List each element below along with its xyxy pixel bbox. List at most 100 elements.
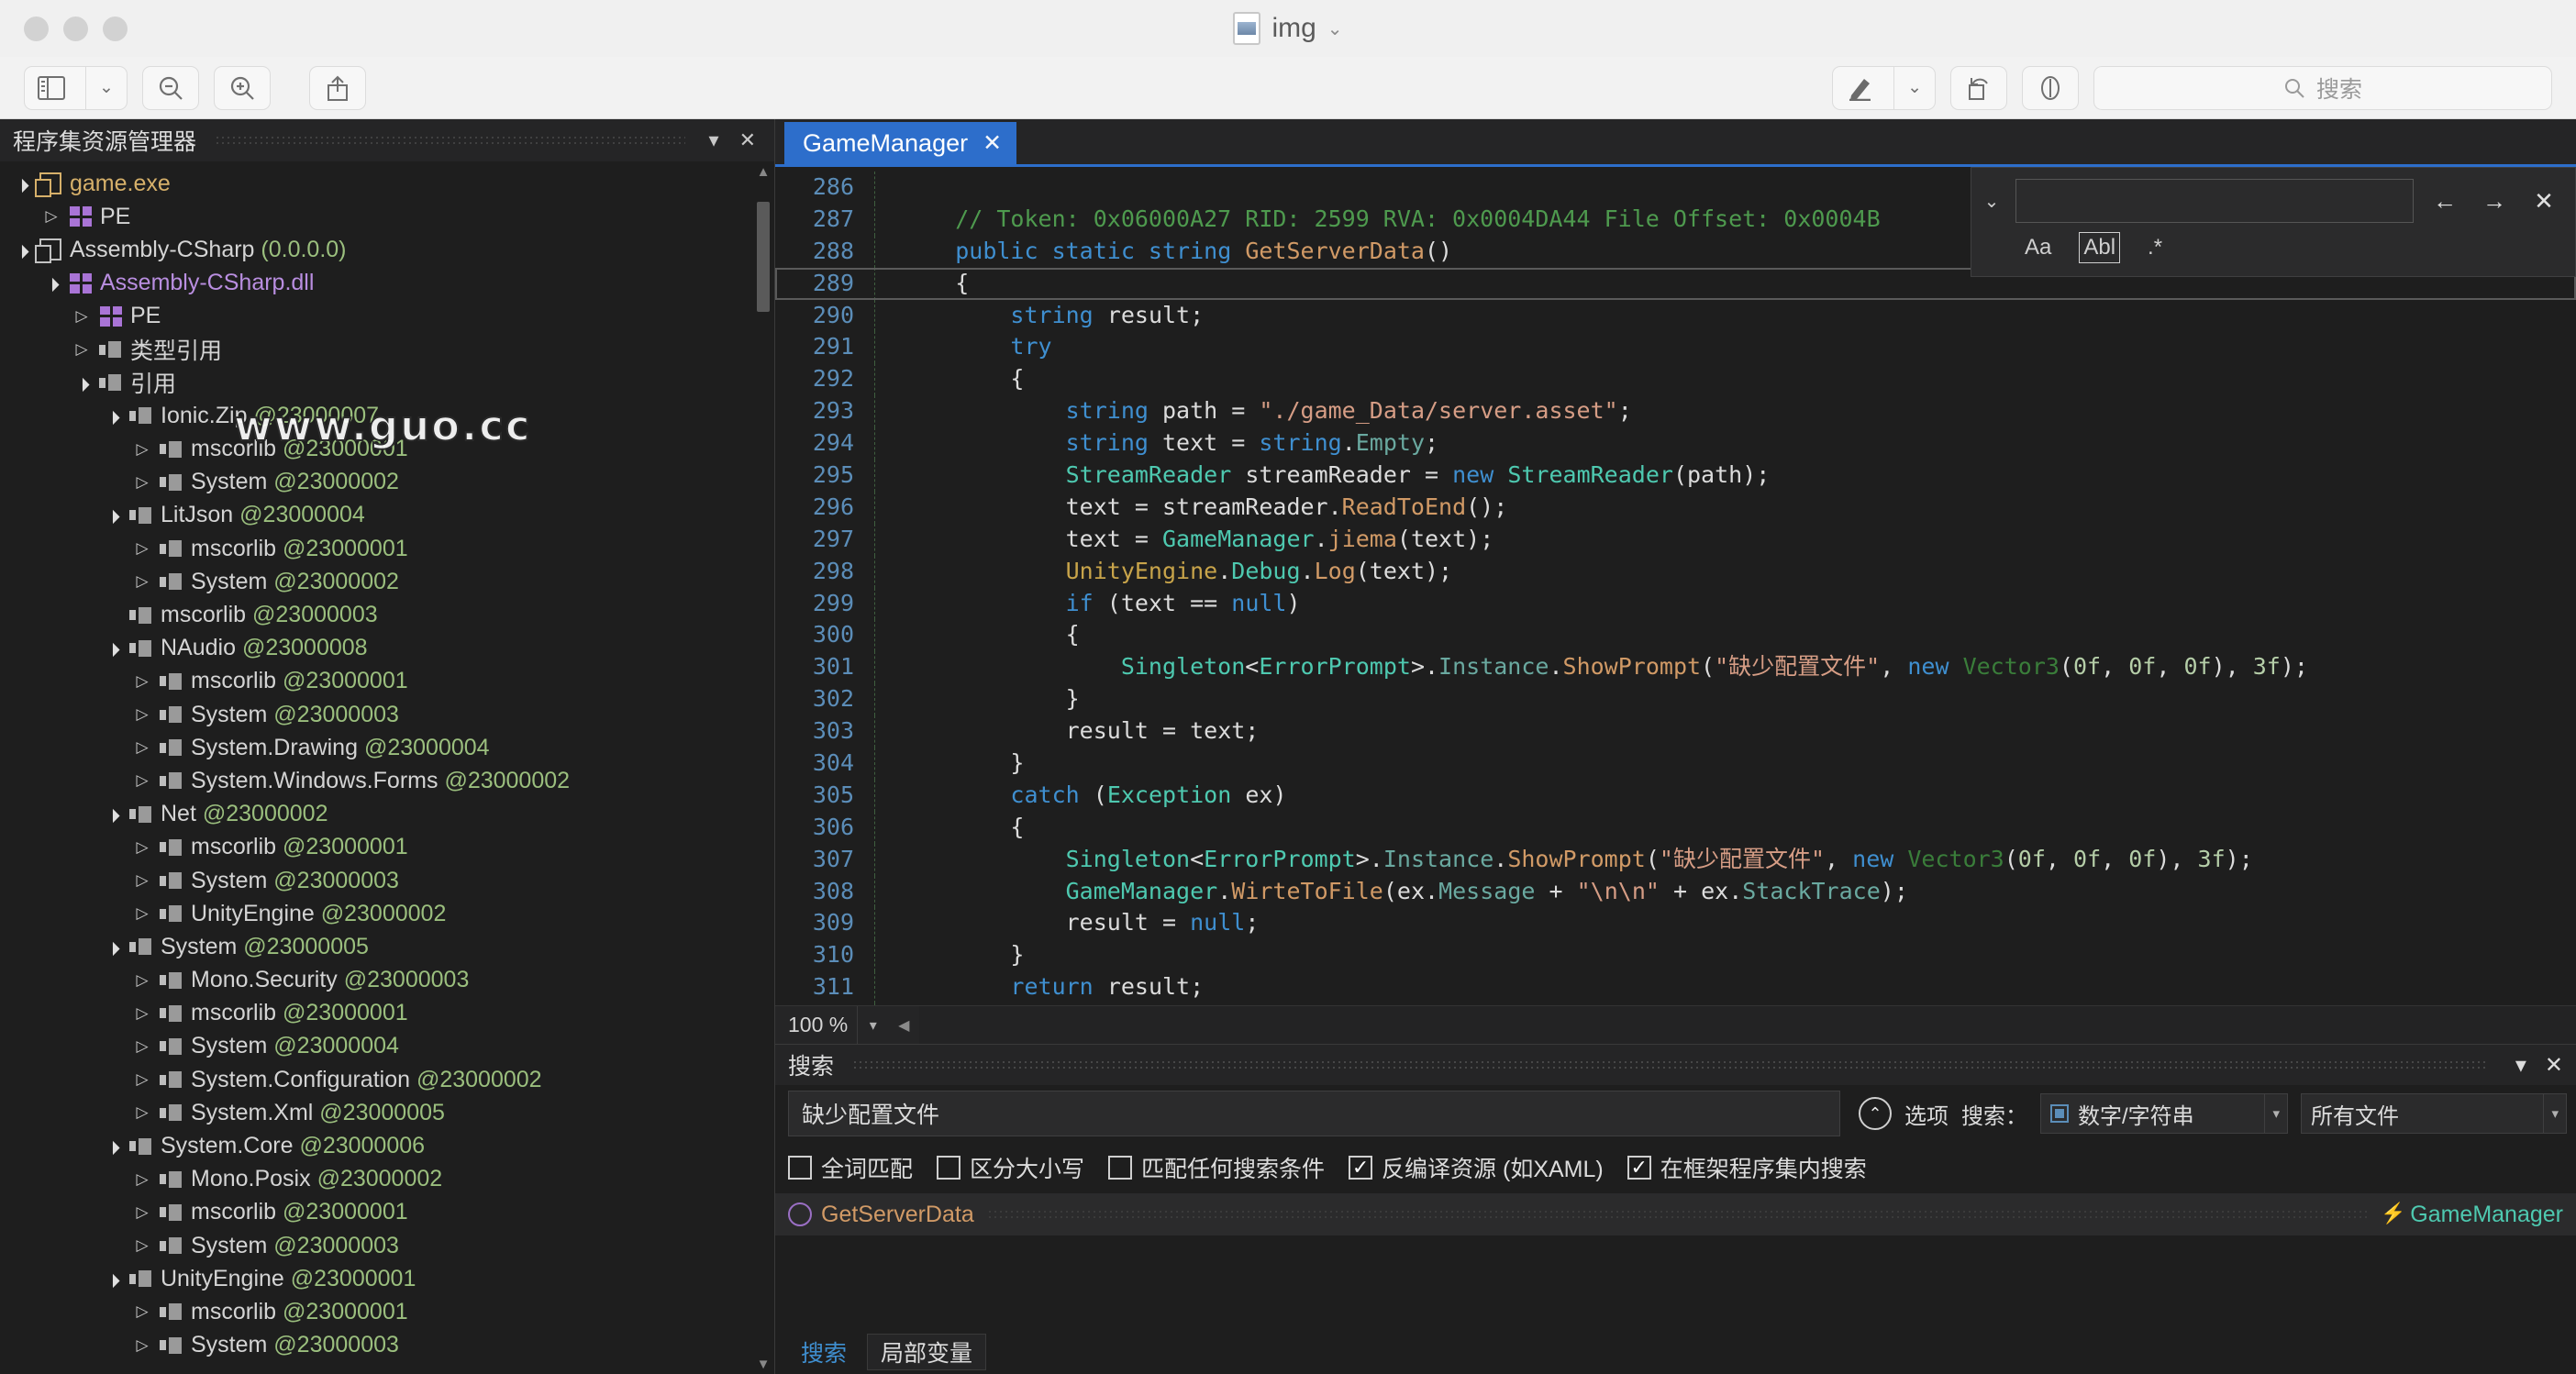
tree-node[interactable]: System @23000002 — [0, 466, 774, 499]
tree-twisty-icon[interactable] — [130, 971, 154, 990]
tree-node[interactable]: 引用 — [0, 366, 774, 399]
tree-node[interactable]: System.Drawing @23000004 — [0, 731, 774, 764]
minimize-window-button[interactable] — [63, 16, 88, 41]
tree-node[interactable]: System @23000003 — [0, 864, 774, 897]
tree-twisty-icon[interactable] — [39, 207, 63, 226]
tree-node[interactable]: System @23000003 — [0, 698, 774, 731]
tree-twisty-icon[interactable] — [70, 375, 94, 391]
tree-node[interactable]: mscorlib @23000001 — [0, 1196, 774, 1229]
panel-menu-icon[interactable]: ▾ — [704, 128, 725, 152]
tree-twisty-icon[interactable] — [130, 738, 154, 757]
whole-word-toggle[interactable]: Abl — [2079, 232, 2121, 263]
horizontal-scrollbar[interactable] — [919, 1005, 2576, 1045]
chevron-down-icon[interactable]: ⌄ — [1981, 190, 2003, 213]
tree-twisty-icon[interactable] — [130, 672, 154, 691]
assembly-tree[interactable]: game.exe PE Assembly-CSharp (0.0.0.0) Assem… — [0, 161, 774, 1362]
chevron-down-icon[interactable]: ▾ — [2264, 1094, 2280, 1133]
regex-toggle[interactable]: .* — [2144, 233, 2166, 262]
tree-twisty-icon[interactable] — [100, 806, 124, 822]
tree-node[interactable]: System @23000002 — [0, 565, 774, 598]
tree-node[interactable]: mscorlib @23000001 — [0, 831, 774, 864]
checkbox-box[interactable] — [1108, 1156, 1133, 1180]
tree-node[interactable]: 类型引用 — [0, 333, 774, 366]
tab-gamemanager[interactable]: GameManager ✕ — [784, 122, 1017, 164]
sidebar-view-button[interactable]: ⌄ — [24, 65, 128, 110]
tree-node[interactable]: UnityEngine @23000001 — [0, 1262, 774, 1295]
tree-node[interactable]: mscorlib @23000001 — [0, 665, 774, 698]
tree-twisty-icon[interactable] — [9, 242, 33, 258]
tree-twisty-icon[interactable] — [130, 1336, 154, 1355]
tree-node[interactable]: System @23000003 — [0, 1329, 774, 1362]
bottom-tab[interactable]: 局部变量 — [867, 1334, 987, 1370]
code-line[interactable]: 308 GameManager.WirteToFile(ex.Message +… — [775, 875, 2576, 908]
tree-node[interactable]: mscorlib @23000001 — [0, 997, 774, 1030]
search-option-checkbox[interactable]: 区分大小写 — [937, 1151, 1084, 1184]
tree-twisty-icon[interactable] — [100, 507, 124, 523]
code-line[interactable]: 302 } — [775, 683, 2576, 716]
search-result-row[interactable]: GetServerData ⚡ GameManager — [775, 1193, 2576, 1235]
tree-twisty-icon[interactable] — [100, 640, 124, 656]
close-panel-icon[interactable]: ✕ — [734, 128, 761, 152]
tree-node[interactable]: Mono.Security @23000003 — [0, 964, 774, 997]
code-line[interactable]: 303 result = text; — [775, 715, 2576, 748]
find-previous-icon[interactable]: ← — [2426, 187, 2463, 216]
search-results-list[interactable]: GetServerData ⚡ GameManager — [775, 1193, 2576, 1330]
maximize-window-button[interactable] — [103, 16, 128, 41]
chevron-down-icon[interactable]: ⌄ — [1893, 66, 1935, 109]
tree-twisty-icon[interactable] — [39, 275, 63, 291]
code-line[interactable]: 310 } — [775, 939, 2576, 972]
code-line[interactable]: 307 Singleton<ErrorPrompt>.Instance.Show… — [775, 843, 2576, 876]
tree-node[interactable]: System.Configuration @23000002 — [0, 1063, 774, 1096]
tree-twisty-icon[interactable] — [130, 1004, 154, 1023]
tree-twisty-icon[interactable] — [130, 1037, 154, 1056]
search-query-input[interactable]: 缺少配置文件 — [788, 1091, 1840, 1136]
markup-button[interactable]: ⌄ — [1832, 65, 1936, 110]
code-lines[interactable]: 286 287 // Token: 0x06000A27 RID: 2599 R… — [775, 167, 2576, 1005]
tree-twisty-icon[interactable] — [130, 473, 154, 492]
tree-node[interactable]: Assembly-CSharp (0.0.0.0) — [0, 233, 774, 266]
code-line[interactable]: 309 result = null; — [775, 907, 2576, 940]
tree-node[interactable]: mscorlib @23000001 — [0, 532, 774, 565]
code-line[interactable]: 296 text = streamReader.ReadToEnd(); — [775, 491, 2576, 524]
chevron-down-icon[interactable]: ▾ — [857, 1005, 888, 1045]
find-input[interactable] — [2015, 179, 2414, 223]
tree-node[interactable]: System.Xml @23000005 — [0, 1096, 774, 1129]
checkbox-box[interactable] — [788, 1156, 812, 1180]
code-line[interactable]: 306 { — [775, 811, 2576, 844]
code-line[interactable]: 298 UnityEngine.Debug.Log(text); — [775, 555, 2576, 588]
code-line[interactable]: 291 try — [775, 331, 2576, 364]
tree-twisty-icon[interactable] — [130, 572, 154, 591]
code-line[interactable]: 311 return result; — [775, 971, 2576, 1004]
code-line[interactable]: 304 } — [775, 748, 2576, 780]
tree-node[interactable]: System @23000003 — [0, 1229, 774, 1262]
scroll-up-icon[interactable]: ▲ — [752, 161, 774, 182]
code-line[interactable]: 300 { — [775, 619, 2576, 652]
close-panel-icon[interactable]: ✕ — [2536, 1052, 2563, 1079]
scroll-left-icon[interactable]: ◀ — [888, 1016, 919, 1035]
tree-twisty-icon[interactable] — [130, 838, 154, 857]
tree-twisty-icon[interactable] — [130, 904, 154, 923]
tree-node[interactable]: mscorlib @23000001 — [0, 1295, 774, 1328]
tree-twisty-icon[interactable] — [130, 871, 154, 890]
code-line[interactable]: 301 Singleton<ErrorPrompt>.Instance.Show… — [775, 651, 2576, 684]
tree-node[interactable]: System.Windows.Forms @23000002 — [0, 764, 774, 797]
search-input[interactable]: 搜索 — [2093, 65, 2552, 110]
code-line[interactable]: 295 StreamReader streamReader = new Stre… — [775, 460, 2576, 492]
tree-twisty-icon[interactable] — [100, 939, 124, 955]
close-icon[interactable]: ✕ — [983, 129, 1002, 157]
explorer-scrollbar[interactable]: ▲ ▼ — [752, 161, 774, 1374]
tree-twisty-icon[interactable] — [130, 771, 154, 790]
drag-handle-dots[interactable] — [852, 1059, 2488, 1070]
tree-twisty-icon[interactable] — [130, 1302, 154, 1321]
tree-node[interactable]: game.exe — [0, 167, 774, 200]
tree-twisty-icon[interactable] — [130, 1070, 154, 1089]
tree-node[interactable]: LitJson @23000004 — [0, 499, 774, 532]
tree-node[interactable]: System.Core @23000006 — [0, 1129, 774, 1162]
drag-handle-dots[interactable] — [215, 135, 685, 146]
tree-twisty-icon[interactable] — [70, 307, 94, 326]
tree-node[interactable]: PE — [0, 200, 774, 233]
tree-node[interactable]: Ionic.Zip @23000007 — [0, 399, 774, 432]
search-type-combo[interactable]: 数字/字符串 ▾ — [2040, 1093, 2288, 1134]
tree-node[interactable]: UnityEngine @23000002 — [0, 897, 774, 930]
code-line[interactable]: 305 catch (Exception ex) — [775, 779, 2576, 812]
